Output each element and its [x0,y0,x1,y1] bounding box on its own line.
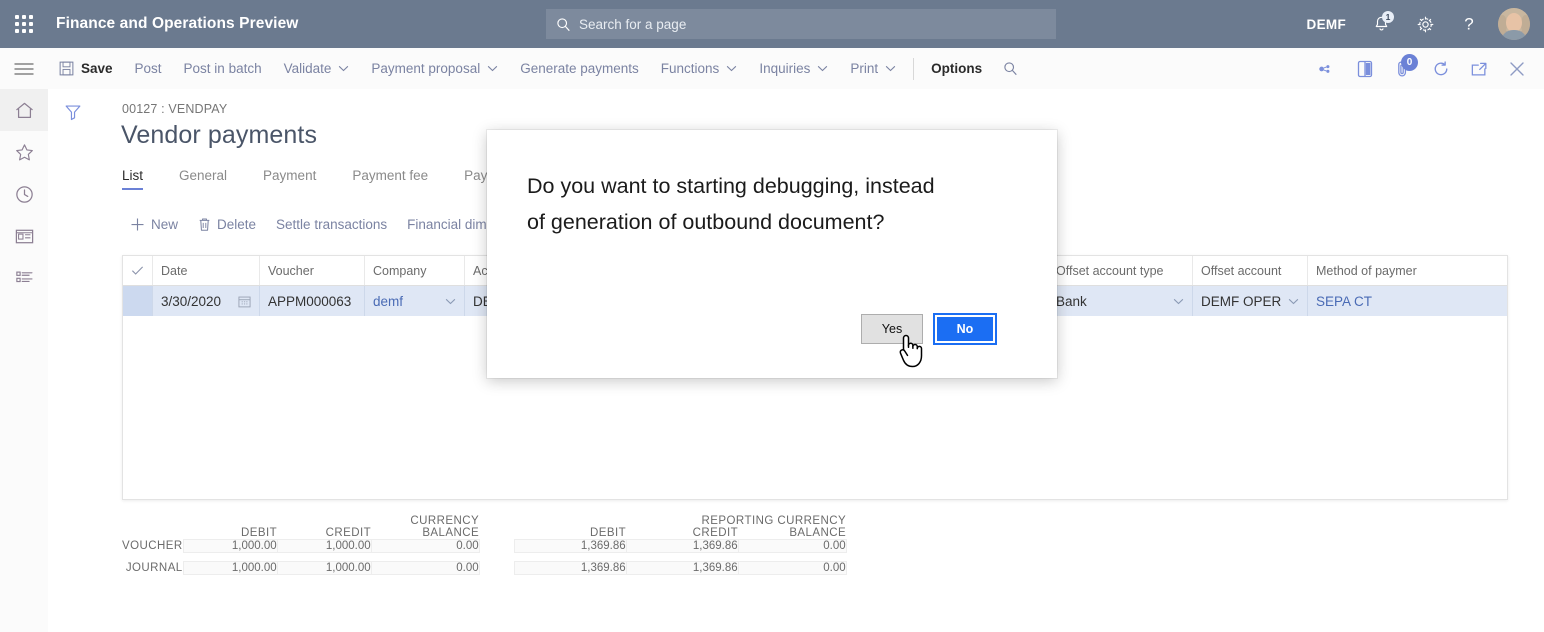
application-window: Finance and Operations Preview Search fo… [0,0,1544,632]
confirmation-dialog: Do you want to starting debugging, inste… [487,130,1057,378]
dialog-message: Do you want to starting debugging, inste… [527,168,957,240]
dialog-buttons: Yes No [861,313,997,345]
yes-button[interactable]: Yes [861,314,923,344]
modal-overlay: Do you want to starting debugging, inste… [0,0,1544,632]
no-button[interactable]: No [933,313,997,345]
